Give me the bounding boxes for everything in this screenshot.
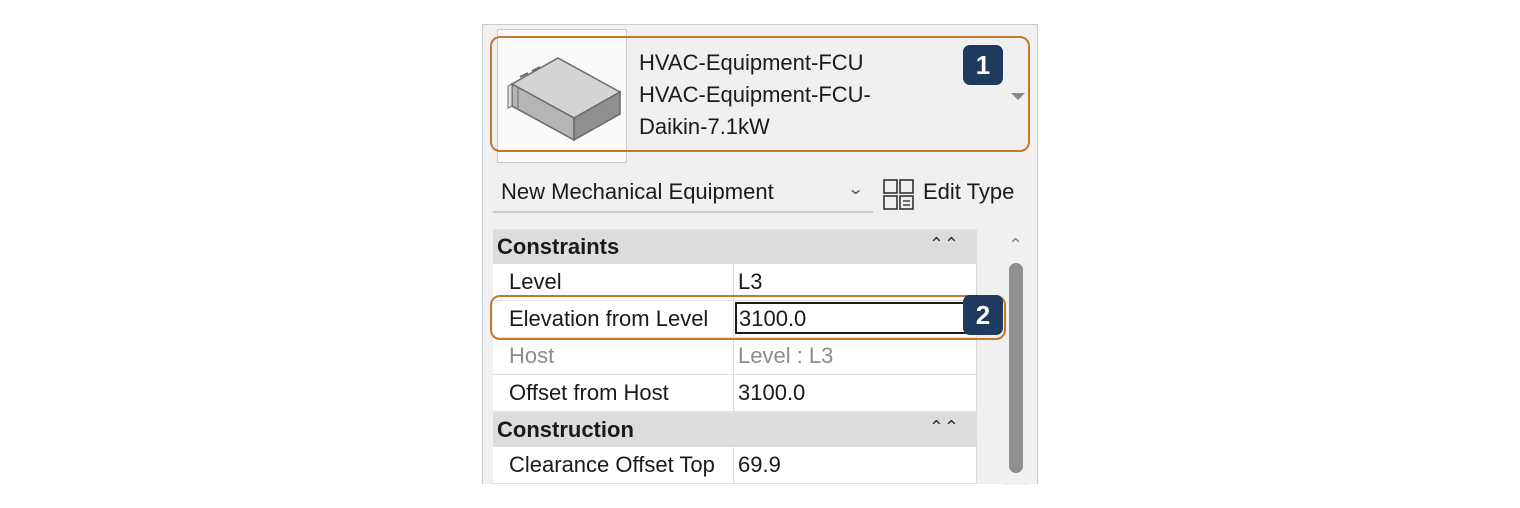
instance-filter-dropdown[interactable]: New Mechanical Equipment ⌄ — [493, 173, 873, 213]
column-divider — [733, 447, 734, 483]
callout-badge-1: 1 — [963, 45, 1003, 85]
instance-filter-label: New Mechanical Equipment — [501, 179, 774, 204]
double-chevron-up-icon[interactable]: ⌃⌃ — [929, 234, 959, 255]
callout-box-2 — [490, 295, 1006, 340]
group-title: Constraints — [497, 234, 620, 259]
property-name: Offset from Host — [509, 380, 669, 405]
property-value[interactable]: 69.9 — [738, 452, 781, 478]
row-right-border — [976, 338, 977, 374]
scrollbar-thumb[interactable] — [1009, 263, 1023, 473]
edit-type-icon — [883, 179, 914, 210]
callout-box-1 — [490, 36, 1030, 152]
column-divider — [733, 338, 734, 374]
property-name: Clearance Offset Top — [509, 452, 715, 477]
chevron-down-icon[interactable]: ⌄ — [847, 179, 864, 199]
scroll-up-icon[interactable]: ⌃ — [1008, 235, 1023, 256]
property-row-clearance-offset-top[interactable]: Clearance Offset Top 69.9 — [493, 447, 977, 484]
properties-grid: Constraints ⌃⌃ Level L3 Elevation from L… — [493, 229, 977, 484]
property-row-offset-from-host[interactable]: Offset from Host 3100.0 — [493, 375, 977, 412]
property-value[interactable]: 3100.0 — [738, 380, 805, 406]
row-right-border — [976, 375, 977, 411]
property-row-host: Host Level : L3 — [493, 338, 977, 375]
property-name: Host — [509, 343, 555, 368]
edit-type-label: Edit Type — [923, 179, 1015, 204]
vertical-scrollbar[interactable]: ⌃ — [1003, 229, 1029, 485]
group-construction[interactable]: Construction ⌃⌃ — [493, 412, 977, 447]
double-chevron-up-icon[interactable]: ⌃⌃ — [929, 417, 959, 438]
callout-badge-2: 2 — [963, 295, 1003, 335]
instance-selector-row: New Mechanical Equipment ⌄ Edit Type — [493, 173, 1033, 213]
property-value[interactable]: L3 — [738, 269, 762, 295]
group-constraints[interactable]: Constraints ⌃⌃ — [493, 229, 977, 264]
property-name: Level — [509, 269, 562, 294]
row-right-border — [976, 447, 977, 483]
column-divider — [733, 375, 734, 411]
property-value: Level : L3 — [738, 343, 834, 368]
group-title: Construction — [497, 417, 634, 442]
